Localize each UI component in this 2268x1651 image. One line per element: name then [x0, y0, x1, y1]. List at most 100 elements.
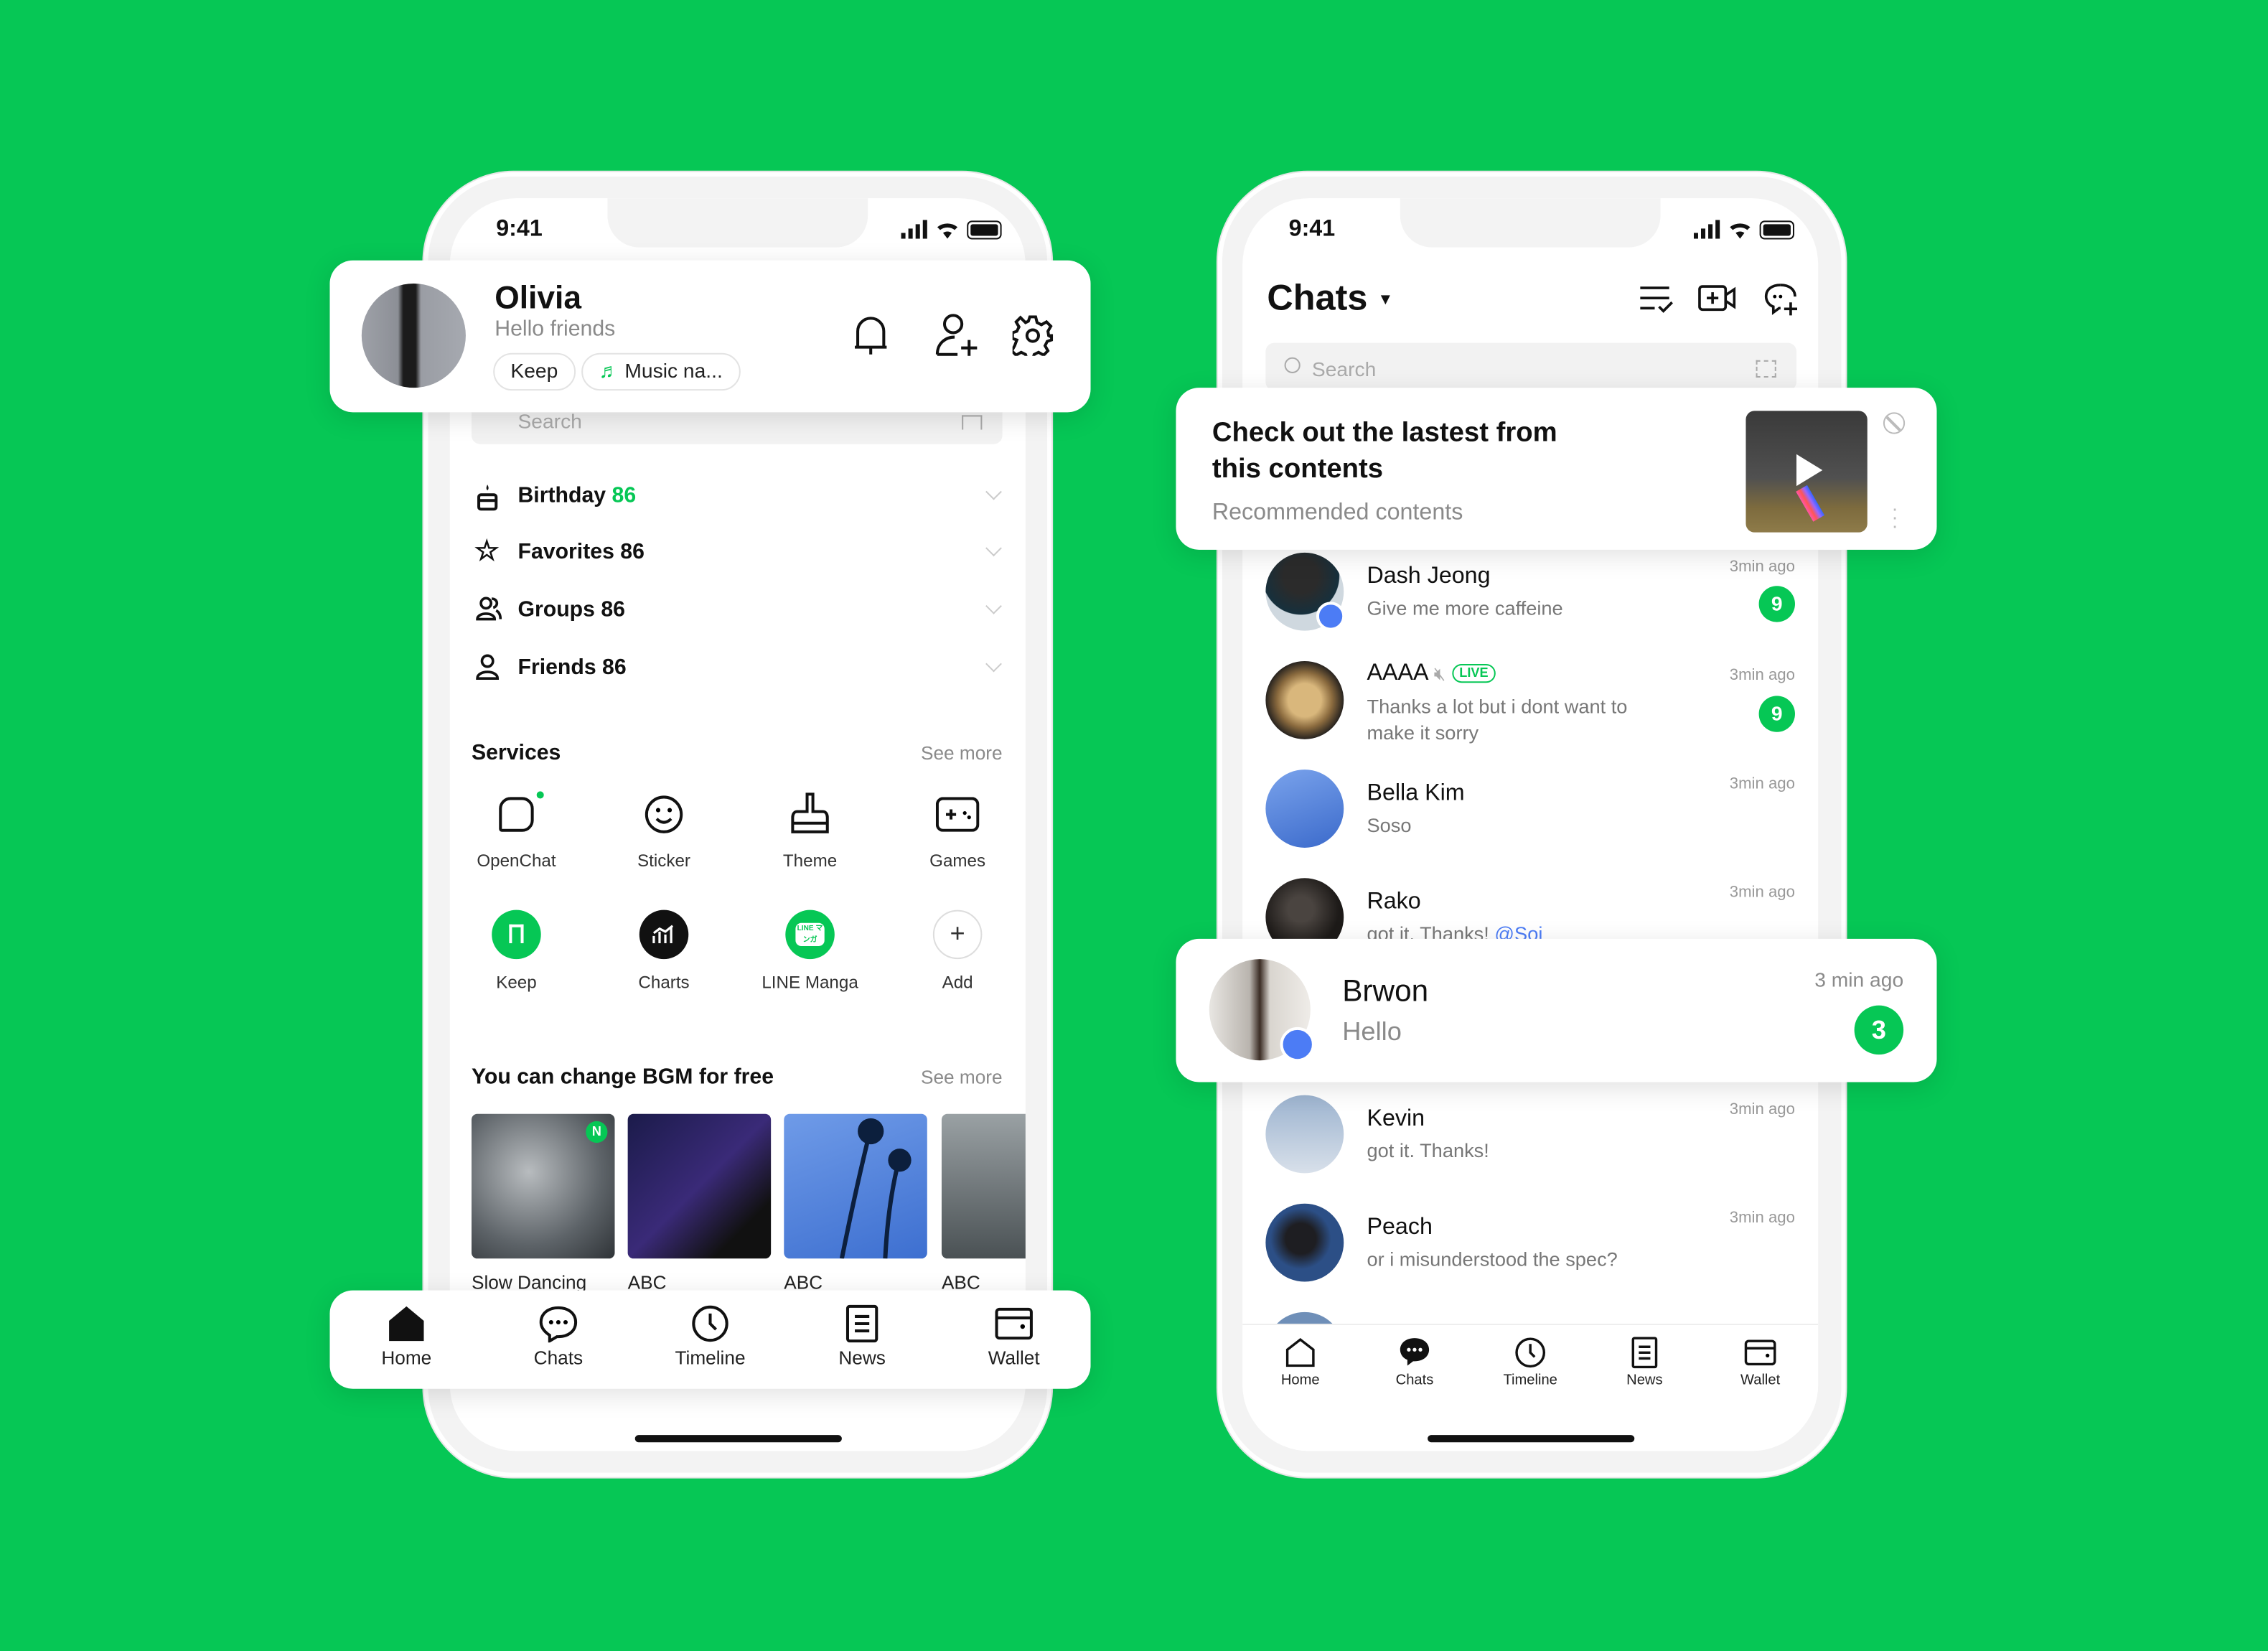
status-icons: [901, 220, 1002, 240]
chat-row[interactable]: Peach or i misunderstood the spec? 3min …: [1242, 1197, 1818, 1298]
group-icon: [476, 597, 502, 621]
chats-title[interactable]: Chats ▼: [1267, 278, 1393, 319]
pin-icon: [1280, 1026, 1315, 1062]
news-icon: [845, 1304, 878, 1343]
status-icons: [1693, 220, 1794, 240]
nav-wallet[interactable]: Wallet: [1717, 1337, 1804, 1389]
play-icon: [1796, 454, 1823, 487]
chat-time: 3min ago: [1729, 1100, 1795, 1118]
plus-icon: +: [932, 909, 983, 960]
chevron-down-icon[interactable]: [985, 540, 1002, 557]
chat-name: Kevin: [1367, 1106, 1425, 1131]
chat-message: Hello: [1342, 1016, 1402, 1047]
video-thumbnail[interactable]: [1745, 411, 1868, 533]
cake-icon: [477, 485, 498, 511]
profile-card[interactable]: Olivia Hello friends Keep ♬ Music na...: [329, 260, 1091, 413]
news-icon: [1631, 1337, 1658, 1369]
more-vertical-icon[interactable]: · · ·: [1890, 497, 1899, 535]
music-chip[interactable]: ♬ Music na...: [581, 352, 741, 391]
chat-row[interactable]: AAAA 🔇︎ LIVE Thanks a lot but i dont wan…: [1242, 654, 1818, 755]
bgm-title: You can change BGM for free: [471, 1065, 774, 1090]
nav-wallet[interactable]: Wallet: [963, 1305, 1064, 1368]
nav-news[interactable]: News: [1601, 1337, 1688, 1389]
list-friends[interactable]: Friends 86: [476, 653, 1011, 687]
gamepad-icon: [935, 797, 980, 832]
search-placeholder: Search: [517, 409, 582, 433]
featured-chat-card[interactable]: Brwon Hello 3 min ago 3: [1176, 938, 1937, 1082]
notch: [1400, 198, 1661, 248]
music-note-icon: ♬: [599, 358, 619, 383]
edit-list-icon[interactable]: [1639, 284, 1673, 315]
keep-icon: [492, 909, 541, 960]
chat-name: AAAA 🔇︎ LIVE: [1367, 661, 1496, 687]
bell-icon[interactable]: [852, 314, 889, 357]
bgm-thumb[interactable]: [784, 1113, 927, 1259]
scan-icon[interactable]: [962, 415, 983, 430]
chat-row[interactable]: Bella Kim Soso 3min ago: [1242, 762, 1818, 864]
nav-chats[interactable]: Chats: [507, 1305, 609, 1368]
charts-icon: [639, 909, 689, 960]
bgm-see-more[interactable]: See more: [921, 1066, 1003, 1088]
caret-down-icon: ▼: [1377, 291, 1394, 309]
list-birthday[interactable]: Birthday 86: [476, 480, 1011, 515]
clock-icon: [692, 1305, 728, 1342]
sticker-icon: [645, 795, 683, 833]
new-dot: [536, 791, 544, 799]
new-chat-icon[interactable]: [1763, 282, 1799, 317]
services-title: Services: [471, 740, 561, 766]
chat-row[interactable]: Dash Jeong Give me more caffeine 3min ag…: [1242, 546, 1818, 647]
bottom-nav: Home Chats Timeline News Wallet: [1242, 1323, 1819, 1451]
nav-home[interactable]: Home: [1257, 1337, 1344, 1389]
star-icon: ☆: [474, 536, 500, 567]
chat-name: Brwon: [1342, 975, 1429, 1009]
home-indicator: [1428, 1435, 1635, 1443]
block-icon[interactable]: [1883, 412, 1906, 434]
chat-bubble-icon: [1400, 1338, 1430, 1366]
list-label: Birthday: [517, 483, 606, 508]
scan-icon[interactable]: [1756, 360, 1776, 378]
chat-time: 3min ago: [1729, 1209, 1795, 1227]
list-favorites[interactable]: ☆ Favorites 86: [474, 536, 1011, 571]
avatar[interactable]: [361, 283, 466, 388]
home-icon: [389, 1306, 424, 1342]
chevron-down-icon[interactable]: [985, 655, 1002, 673]
openchat-icon: [499, 797, 534, 832]
unread-badge: 9: [1758, 586, 1795, 622]
unread-badge: 9: [1758, 696, 1795, 732]
chat-name: Peach: [1367, 1215, 1433, 1240]
chat-row[interactable]: Kevin got it. Thanks! 3min ago: [1242, 1088, 1818, 1189]
list-label: Friends 86: [517, 655, 627, 680]
chat-message: got it. Thanks!: [1367, 1140, 1489, 1162]
services-see-more[interactable]: See more: [921, 742, 1003, 764]
home-indicator: [634, 1435, 842, 1443]
pin-icon: [1316, 602, 1346, 631]
recommend-subtitle: Recommended contents: [1212, 500, 1463, 525]
bgm-thumb[interactable]: [627, 1113, 772, 1259]
add-friend-icon[interactable]: [934, 312, 980, 357]
list-groups[interactable]: Groups 86: [476, 594, 1011, 629]
avatar: [1265, 770, 1344, 848]
gear-icon[interactable]: [1012, 315, 1054, 356]
nav-timeline[interactable]: Timeline: [1487, 1337, 1574, 1389]
keep-chip[interactable]: Keep: [493, 352, 576, 391]
search-bar[interactable]: Search: [1265, 342, 1797, 391]
chat-message: or i misunderstood the spec?: [1367, 1248, 1618, 1271]
profile-name: Olivia: [495, 279, 581, 316]
status-time: 9:41: [496, 217, 543, 242]
birthday-count: 86: [611, 483, 637, 508]
chat-name: Rako: [1367, 889, 1421, 915]
nav-news[interactable]: News: [812, 1304, 913, 1368]
nav-home[interactable]: Home: [356, 1305, 457, 1368]
brush-icon: [791, 792, 829, 833]
bgm-thumb[interactable]: N: [471, 1113, 615, 1259]
chevron-down-icon[interactable]: [985, 598, 1002, 614]
bgm-thumb[interactable]: [941, 1113, 1026, 1259]
video-call-add-icon[interactable]: [1698, 282, 1736, 314]
nav-chats[interactable]: Chats: [1372, 1337, 1458, 1389]
chat-message: Soso: [1367, 814, 1412, 836]
chat-time: 3min ago: [1729, 558, 1795, 576]
chevron-down-icon[interactable]: [985, 483, 1002, 500]
nav-timeline[interactable]: Timeline: [660, 1305, 761, 1368]
avatar: [1265, 1203, 1344, 1282]
recommended-card[interactable]: Check out the lastest from this contents …: [1176, 388, 1937, 550]
